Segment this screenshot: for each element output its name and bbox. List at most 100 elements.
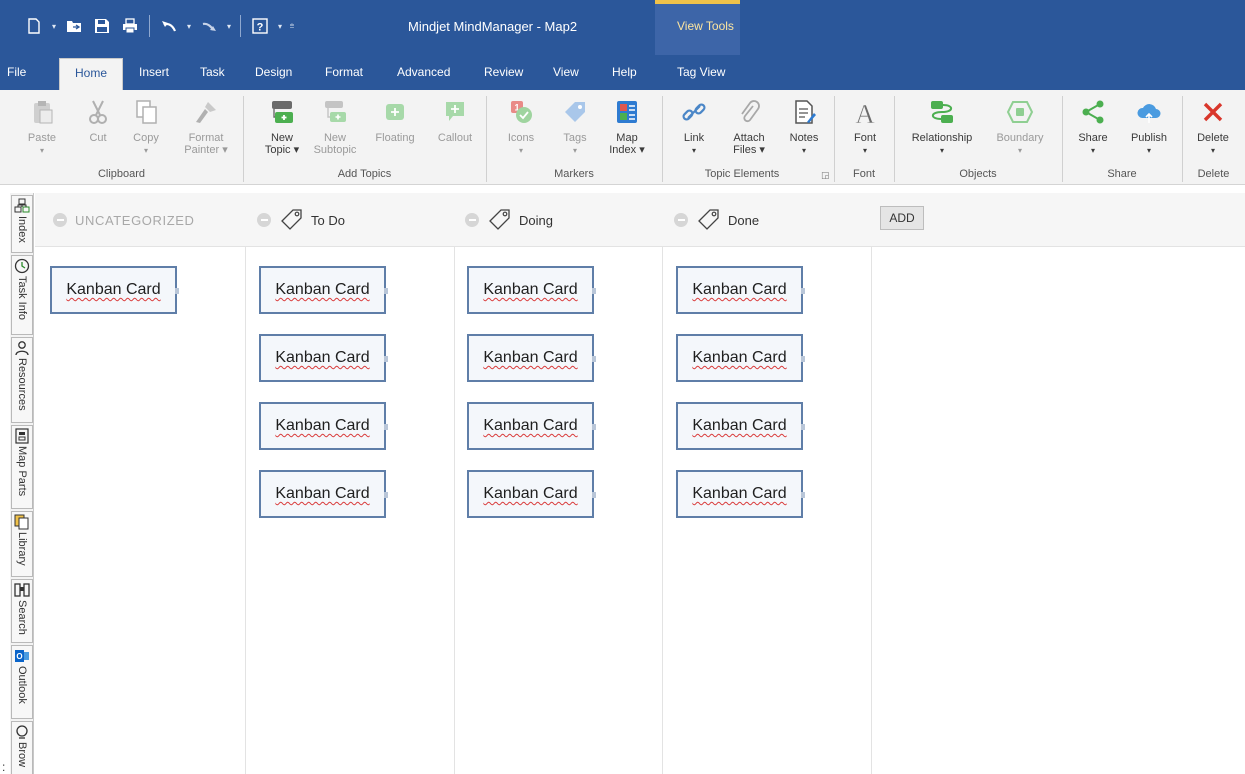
clipboard-group-label: Clipboard (97, 168, 146, 180)
person-icon (15, 341, 29, 356)
save-button[interactable] (90, 14, 114, 38)
tab-view[interactable]: View (553, 55, 579, 90)
browser-icon (16, 725, 28, 739)
side-tab-resources[interactable]: Resources (11, 337, 33, 423)
redo-dropdown-arrow[interactable]: ▾ (225, 22, 233, 31)
relationship-button[interactable]: Relationship ▾ (906, 96, 978, 157)
format-painter-button[interactable]: Format Painter ▾ (180, 96, 232, 156)
new-dropdown-arrow[interactable]: ▾ (50, 22, 58, 31)
kanban-card[interactable]: Kanban Card (676, 402, 805, 450)
copy-button[interactable]: Copy ▾ (126, 96, 166, 157)
help-dropdown-arrow[interactable]: ▾ (276, 22, 284, 31)
tab-advanced[interactable]: Advanced (397, 55, 450, 90)
paste-button[interactable]: Paste ▾ (22, 96, 62, 157)
print-button[interactable] (118, 14, 142, 38)
side-tab-task-info[interactable]: Task Info (11, 255, 33, 335)
column-title: UNCATEGORIZED (75, 212, 195, 228)
customize-qat-arrow[interactable]: ⩧ (288, 21, 296, 31)
kanban-card[interactable]: Kanban Card (467, 334, 596, 382)
open-folder-icon (67, 21, 81, 32)
tab-task[interactable]: Task (200, 55, 225, 90)
column-header-to-do[interactable]: To Do (257, 207, 345, 233)
card-connector (592, 356, 596, 362)
app-window: ▾ ▾ ▾ ? ▾ ⩧ Mindjet MindManager - Map2 V… (0, 0, 1245, 774)
kanban-card[interactable]: Kanban Card (259, 402, 388, 450)
column-title: Done (728, 212, 760, 228)
attach-files-button[interactable]: Attach Files ▾ (726, 96, 772, 156)
cut-button[interactable]: Cut (80, 96, 116, 144)
link-button[interactable]: Link ▾ (676, 96, 712, 157)
kanban-card[interactable]: Kanban Card (467, 402, 596, 450)
tab-tag-view[interactable]: Tag View (677, 55, 725, 90)
collapse-icon[interactable] (53, 213, 67, 227)
help-button[interactable]: ? (248, 14, 272, 38)
side-tab-library[interactable]: Library (11, 511, 33, 577)
kanban-card[interactable]: Kanban Card (50, 266, 179, 314)
svg-text:A: A (855, 99, 875, 126)
kanban-card[interactable]: Kanban Card (676, 470, 805, 518)
kanban-card[interactable]: Kanban Card (259, 470, 388, 518)
ribbon: Paste ▾ Cut Copy ▾ Format Painter ▾ Clip… (0, 90, 1245, 185)
new-subtopic-button[interactable]: New Subtopic (310, 96, 360, 156)
font-group-label: Font (852, 168, 875, 180)
map-parts-icon (15, 428, 29, 444)
kanban-card[interactable]: Kanban Card (676, 334, 805, 382)
card-connector (801, 492, 805, 498)
collapse-icon[interactable] (257, 213, 271, 227)
floating-topic-button[interactable]: Floating (370, 96, 420, 144)
tab-insert[interactable]: Insert (139, 55, 169, 90)
delete-button[interactable]: Delete ▾ (1192, 96, 1234, 157)
side-tab-index[interactable]: Index (11, 195, 33, 253)
side-tab-browser[interactable]: Brow (11, 721, 33, 774)
publish-button[interactable]: Publish ▾ (1124, 96, 1174, 157)
icons-button[interactable]: 1 Icons ▾ (500, 96, 542, 157)
undo-icon (162, 21, 177, 32)
tags-button[interactable]: Tags ▾ (556, 96, 594, 157)
column-header-done[interactable]: Done (674, 207, 759, 233)
side-tab-outlook[interactable]: O Outlook (11, 645, 33, 719)
clock-icon (14, 258, 30, 274)
topic-elements-dialog-launcher[interactable]: ◲ (821, 170, 830, 181)
callout-button[interactable]: Callout (432, 96, 478, 144)
undo-button[interactable] (157, 14, 181, 38)
collapse-icon[interactable] (674, 213, 688, 227)
add-column-button[interactable]: ADD (880, 206, 924, 230)
tab-home[interactable]: Home (59, 58, 123, 90)
column-header-doing[interactable]: Doing (465, 207, 553, 233)
tab-file[interactable]: File (7, 55, 26, 90)
open-button[interactable] (62, 14, 86, 38)
notes-button[interactable]: Notes ▾ (784, 96, 824, 157)
side-tab-search[interactable]: Search (11, 579, 33, 643)
side-tab-map-parts[interactable]: Map Parts (11, 425, 33, 509)
redo-button[interactable] (197, 14, 221, 38)
link-icon (682, 103, 706, 121)
tab-format[interactable]: Format (325, 55, 363, 90)
kanban-card[interactable]: Kanban Card (467, 266, 596, 314)
new-subtopic-label-line2: Subtopic (313, 144, 357, 156)
kanban-card[interactable]: Kanban Card (259, 266, 388, 314)
tab-help[interactable]: Help (612, 55, 637, 90)
floating-topic-icon (386, 104, 404, 120)
new-topic-button[interactable]: New Topic ▾ (262, 96, 302, 156)
font-icon: A (855, 99, 875, 126)
font-button[interactable]: A Font ▾ (848, 96, 882, 157)
tab-review[interactable]: Review (484, 55, 523, 90)
collapse-icon[interactable] (465, 213, 479, 227)
card-connector (384, 288, 388, 294)
share-button[interactable]: Share ▾ (1074, 96, 1112, 157)
column-header-uncategorized[interactable]: UNCATEGORIZED (53, 207, 195, 233)
kanban-card[interactable]: Kanban Card (676, 266, 805, 314)
map-index-button[interactable]: Map Index ▾ (606, 96, 648, 156)
tag-icon (281, 209, 302, 230)
kanban-card[interactable]: Kanban Card (467, 470, 596, 518)
add-topics-group-label: Add Topics (337, 168, 392, 180)
icons-caret: ▾ (518, 146, 523, 155)
copy-label: Copy (133, 132, 159, 144)
boundary-button[interactable]: Boundary ▾ (990, 96, 1050, 157)
new-document-button[interactable] (22, 14, 46, 38)
undo-dropdown-arrow[interactable]: ▾ (185, 22, 193, 31)
topic-elements-group-label: Topic Elements (704, 168, 780, 180)
kanban-card[interactable]: Kanban Card (259, 334, 388, 382)
link-caret: ▾ (691, 146, 696, 155)
tab-design[interactable]: Design (255, 55, 292, 90)
